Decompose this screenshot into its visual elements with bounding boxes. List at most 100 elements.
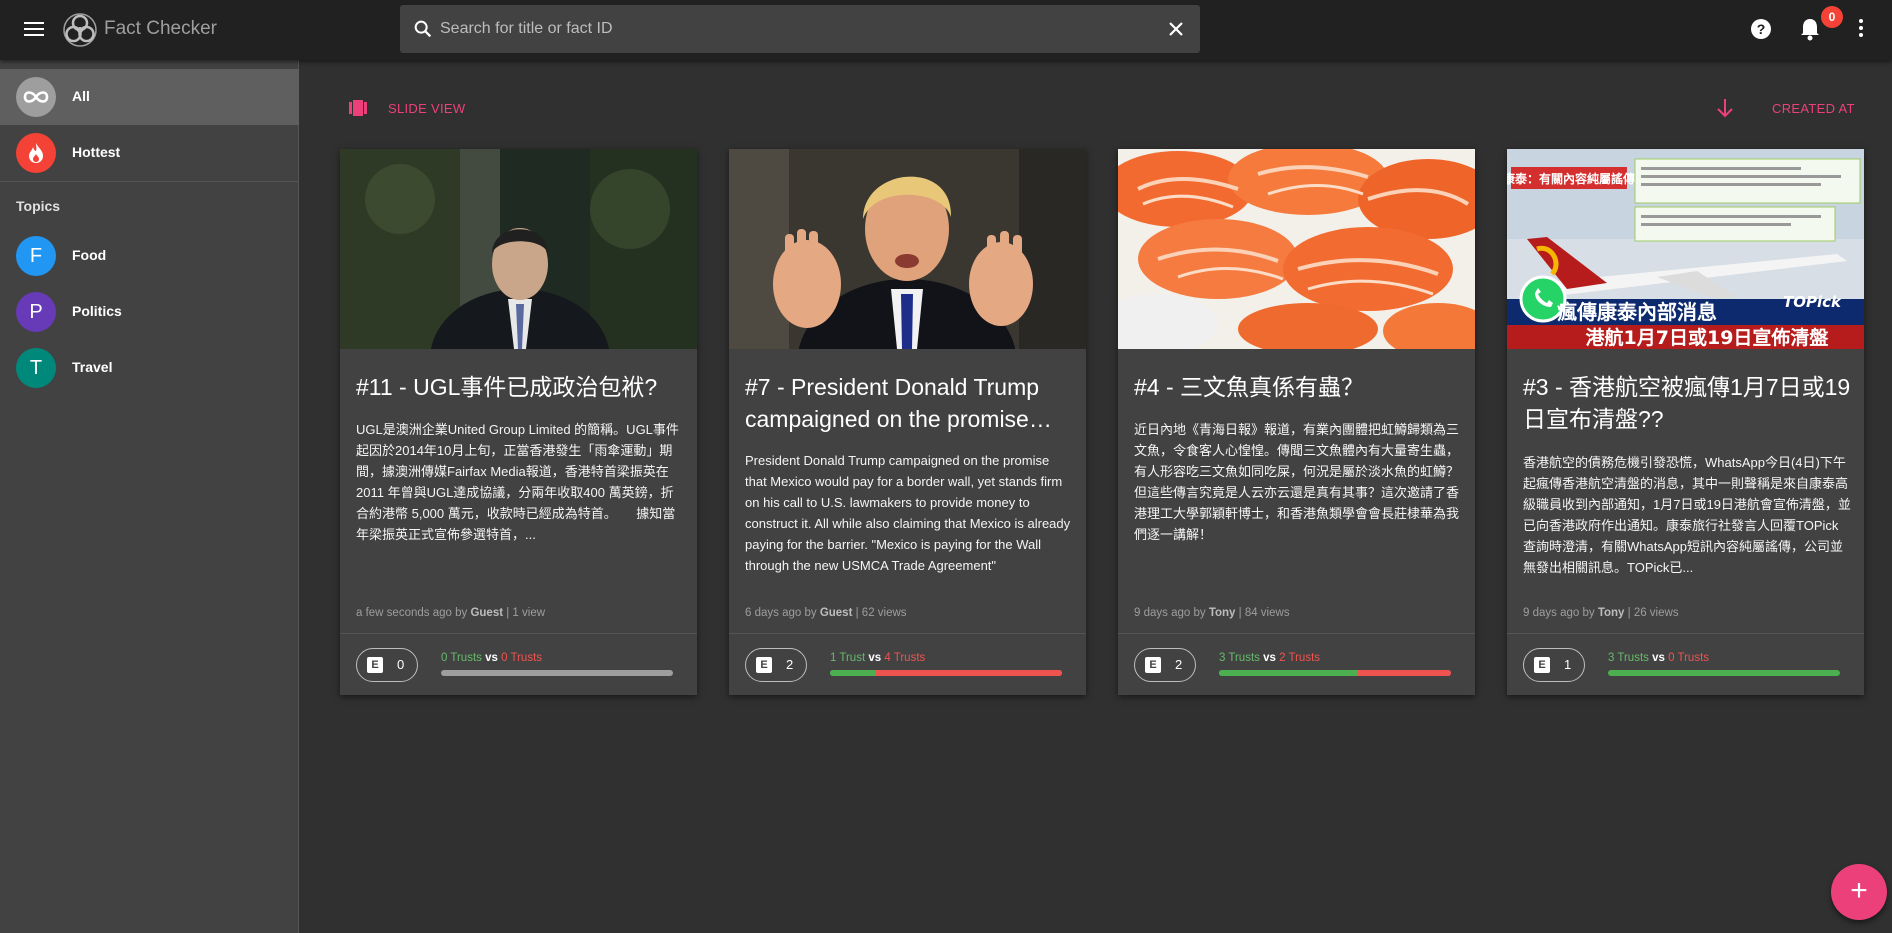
card-views: | 84 views	[1238, 607, 1290, 619]
evidence-chip[interactable]: E 2	[1134, 648, 1196, 682]
portrait-photo	[340, 149, 697, 349]
trust-for-count: 3 Trusts	[1608, 652, 1649, 664]
card-meta: 9 days ago by Tony | 84 views	[1134, 607, 1464, 619]
evidence-count: 0	[397, 657, 405, 672]
trust-vs: vs	[1263, 652, 1276, 664]
add-fact-button[interactable]: +	[1831, 864, 1887, 920]
card-author: Tony	[1208, 607, 1236, 619]
trust-vs: vs	[1652, 652, 1665, 664]
card-divider	[729, 633, 1086, 634]
card-title: #7 - President Donald Trump campaigned o…	[745, 374, 1040, 432]
card-title: #3 - 香港航空被瘋傳1月7日或19日宣布清盤??	[1523, 374, 1851, 432]
card-timestamp: 9 days ago by	[1523, 607, 1595, 619]
card-summary: President Donald Trump campaigned on the…	[745, 453, 1071, 573]
card-divider	[1118, 633, 1475, 634]
sort-by-created-at-button[interactable]: CREATED AT	[1772, 101, 1855, 116]
sidebar-divider	[0, 181, 299, 182]
trust-summary: 1 Trust vs 4 Trusts	[830, 652, 925, 664]
card-divider	[1507, 633, 1864, 634]
card-meta: 9 days ago by Tony | 26 views	[1523, 607, 1853, 619]
sidebar-item-politics[interactable]: P Politics	[0, 284, 299, 340]
evidence-chip[interactable]: E 2	[745, 648, 807, 682]
fire-icon	[16, 133, 56, 173]
airline-news-graphic: 康泰：有關內容純屬謠傳 瘋傳康泰內部消息 TOPick 港航1月7日或19日宣佈…	[1507, 149, 1864, 349]
notifications-bell-icon[interactable]	[1796, 15, 1824, 43]
evidence-chip[interactable]: E 1	[1523, 648, 1585, 682]
trust-vs: vs	[868, 652, 882, 664]
image-caption-top: 康泰：有關內容純屬謠傳	[1507, 171, 1635, 186]
card-summary: 近日內地《青海日報》報道，有業內團體把虹鱒歸類為三文魚，令食客人心惶惶。傳聞三文…	[1134, 422, 1460, 542]
trust-ratio-bar	[1608, 670, 1840, 676]
evidence-icon: E	[367, 657, 383, 673]
card-summary: 香港航空的債務危機引發恐慌，WhatsApp今日(4日)下午起瘋傳香港航空清盤的…	[1523, 455, 1851, 575]
evidence-chip[interactable]: E 0	[356, 648, 418, 682]
image-caption-main: 瘋傳康泰內部消息	[1557, 300, 1717, 324]
search-input[interactable]	[440, 5, 1140, 53]
card-meta: 6 days ago by Guest | 62 views	[745, 607, 1075, 619]
evidence-count: 1	[1564, 657, 1572, 672]
salmon-photo	[1118, 149, 1475, 349]
search-icon	[414, 20, 432, 38]
card-views: | 26 views	[1627, 607, 1679, 619]
evidence-icon: E	[1534, 657, 1550, 673]
add-icon: +	[1850, 874, 1868, 907]
trust-against-count: 4 Trusts	[884, 652, 926, 664]
trust-vs: vs	[485, 652, 498, 664]
trust-summary: 3 Trusts vs 0 Trusts	[1608, 652, 1709, 664]
more-options-icon[interactable]	[1853, 16, 1869, 42]
sidebar-item-all[interactable]: All	[0, 69, 299, 125]
trust-against-count: 0 Trusts	[501, 652, 543, 664]
image-caption-sub: 港航1月7日或19日宣佈清盤	[1586, 326, 1830, 349]
trust-for-count: 0 Trusts	[441, 652, 482, 664]
card-meta: a few seconds ago by Guest | 1 view	[356, 607, 686, 619]
svg-text:?: ?	[1757, 21, 1766, 37]
sidebar-item-label: All	[72, 88, 90, 104]
sidebar-item-hottest[interactable]: Hottest	[0, 125, 299, 181]
arrow-down-icon[interactable]	[1714, 96, 1736, 120]
fact-card[interactable]: #11 - UGL事件已成政治包袱? UGL是澳洲企業United Group …	[340, 149, 697, 695]
top-app-bar: Fact Checker ? 0	[0, 0, 1892, 60]
infinity-icon	[16, 77, 56, 117]
trust-summary: 0 Trusts vs 0 Trusts	[441, 652, 542, 664]
sidebar-item-travel[interactable]: T Travel	[0, 340, 299, 396]
card-timestamp: 6 days ago by	[745, 607, 817, 619]
topics-heading: Topics	[16, 198, 61, 214]
card-views: | 62 views	[855, 607, 907, 619]
evidence-count: 2	[1175, 657, 1183, 672]
politician-photo	[729, 149, 1086, 349]
trust-ratio-bar	[830, 670, 1062, 676]
slide-view-label: SLIDE VIEW	[388, 101, 466, 116]
sidebar-item-food[interactable]: F Food	[0, 228, 299, 284]
trust-against-count: 2 Trusts	[1279, 652, 1321, 664]
card-title: #4 - 三文魚真係有蟲？	[1134, 374, 1365, 400]
menu-icon[interactable]	[22, 18, 50, 42]
trust-against-count: 0 Trusts	[1668, 652, 1710, 664]
fact-card[interactable]: #7 - President Donald Trump campaigned o…	[729, 149, 1086, 695]
card-timestamp: 9 days ago by	[1134, 607, 1206, 619]
card-author: Guest	[819, 607, 853, 619]
sidebar: All Hottest Topics F Food P Politics T T…	[0, 60, 299, 933]
card-divider	[340, 633, 697, 634]
biohazard-logo-icon	[63, 13, 97, 47]
avatar: T	[16, 348, 56, 388]
trust-for-count: 1 Trust	[830, 652, 866, 664]
avatar: P	[16, 292, 56, 332]
clear-search-icon[interactable]	[1164, 17, 1188, 41]
card-author: Guest	[470, 607, 504, 619]
trust-for-count: 3 Trusts	[1219, 652, 1260, 664]
avatar: F	[16, 236, 56, 276]
notification-count-badge: 0	[1821, 6, 1843, 28]
fact-card[interactable]: #4 - 三文魚真係有蟲？ 近日內地《青海日報》報道，有業內團體把虹鱒歸類為三文…	[1118, 149, 1475, 695]
sidebar-item-label: Politics	[72, 303, 122, 319]
view-carousel-icon	[349, 100, 367, 116]
card-author: Tony	[1597, 607, 1625, 619]
sidebar-item-label: Travel	[72, 359, 113, 375]
app-title: Fact Checker	[104, 18, 217, 39]
fact-card[interactable]: 康泰：有關內容純屬謠傳 瘋傳康泰內部消息 TOPick 港航1月7日或19日宣佈…	[1507, 149, 1864, 695]
trust-ratio-bar	[441, 670, 673, 676]
sidebar-item-label: Hottest	[72, 144, 121, 160]
image-brand: TOPick	[1783, 293, 1842, 311]
trust-ratio-bar	[1219, 670, 1451, 676]
help-icon[interactable]: ?	[1748, 16, 1774, 42]
card-summary: UGL是澳洲企業United Group Limited 的簡稱。UGL事件起因…	[356, 422, 679, 542]
